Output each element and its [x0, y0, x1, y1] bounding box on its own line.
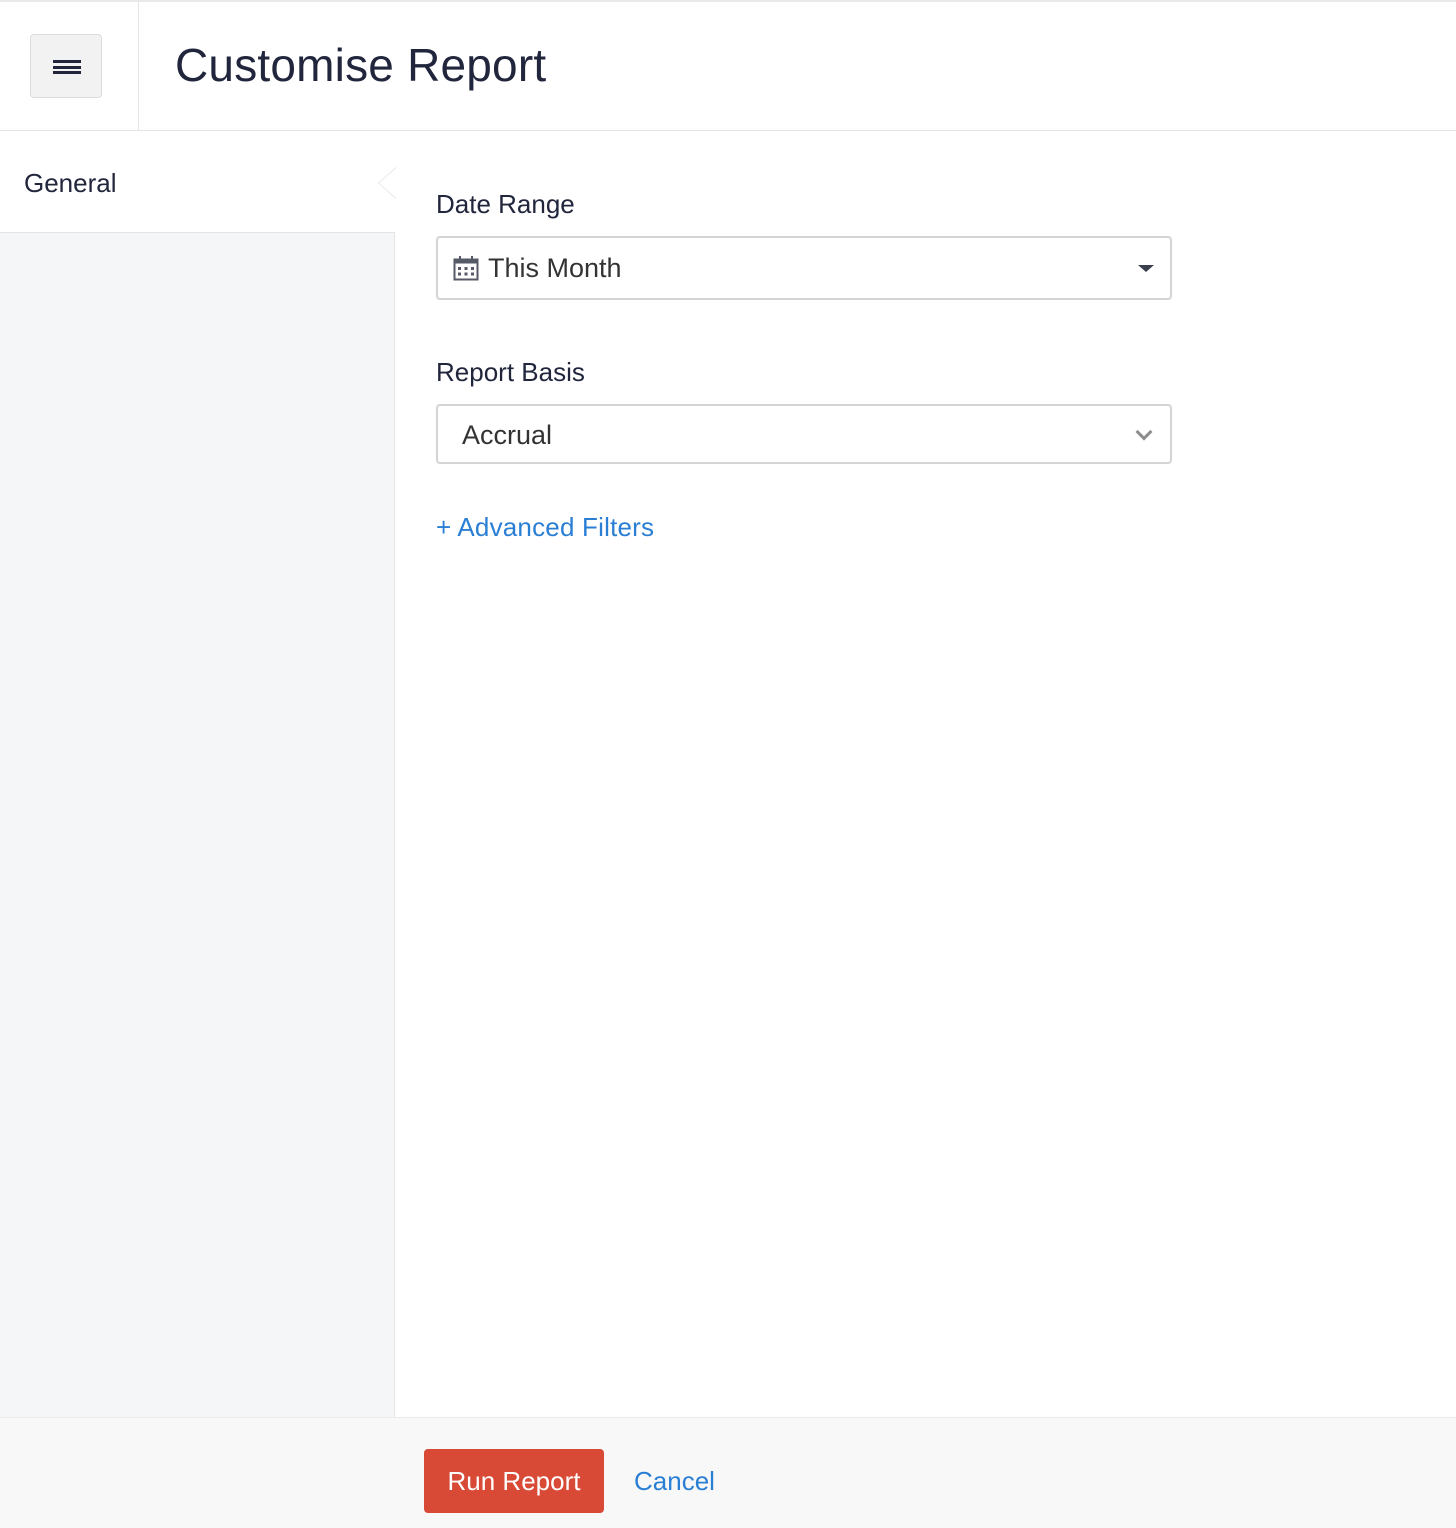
sidebar-item-label: General — [24, 168, 117, 198]
sidebar: General — [0, 131, 396, 1417]
footer-actions: Run Report Cancel — [0, 1417, 1456, 1528]
report-basis-value: Accrual — [462, 420, 553, 450]
page-title: Customise Report — [175, 39, 547, 91]
report-settings-panel: Date Range This Month Report Basis Accru… — [396, 131, 1456, 1417]
menu-toggle-button[interactable] — [30, 34, 102, 98]
date-range-label: Date Range — [436, 189, 575, 219]
cancel-link[interactable]: Cancel — [634, 1466, 715, 1497]
date-range-select[interactable]: This Month — [436, 236, 1172, 300]
caret-down-icon — [1138, 265, 1154, 272]
chevron-down-icon — [1135, 423, 1153, 441]
report-basis-label: Report Basis — [436, 357, 585, 387]
run-report-button[interactable]: Run Report — [424, 1449, 604, 1513]
report-basis-select[interactable]: Accrual — [436, 404, 1172, 464]
calendar-icon — [453, 256, 479, 281]
hamburger-menu-icon — [53, 60, 81, 74]
date-range-value: This Month — [488, 253, 622, 283]
header-menu-area — [0, 2, 139, 130]
page-header: Customise Report — [0, 2, 1456, 131]
advanced-filters-link[interactable]: + Advanced Filters — [436, 512, 654, 543]
sidebar-item-general[interactable]: General — [0, 131, 396, 233]
